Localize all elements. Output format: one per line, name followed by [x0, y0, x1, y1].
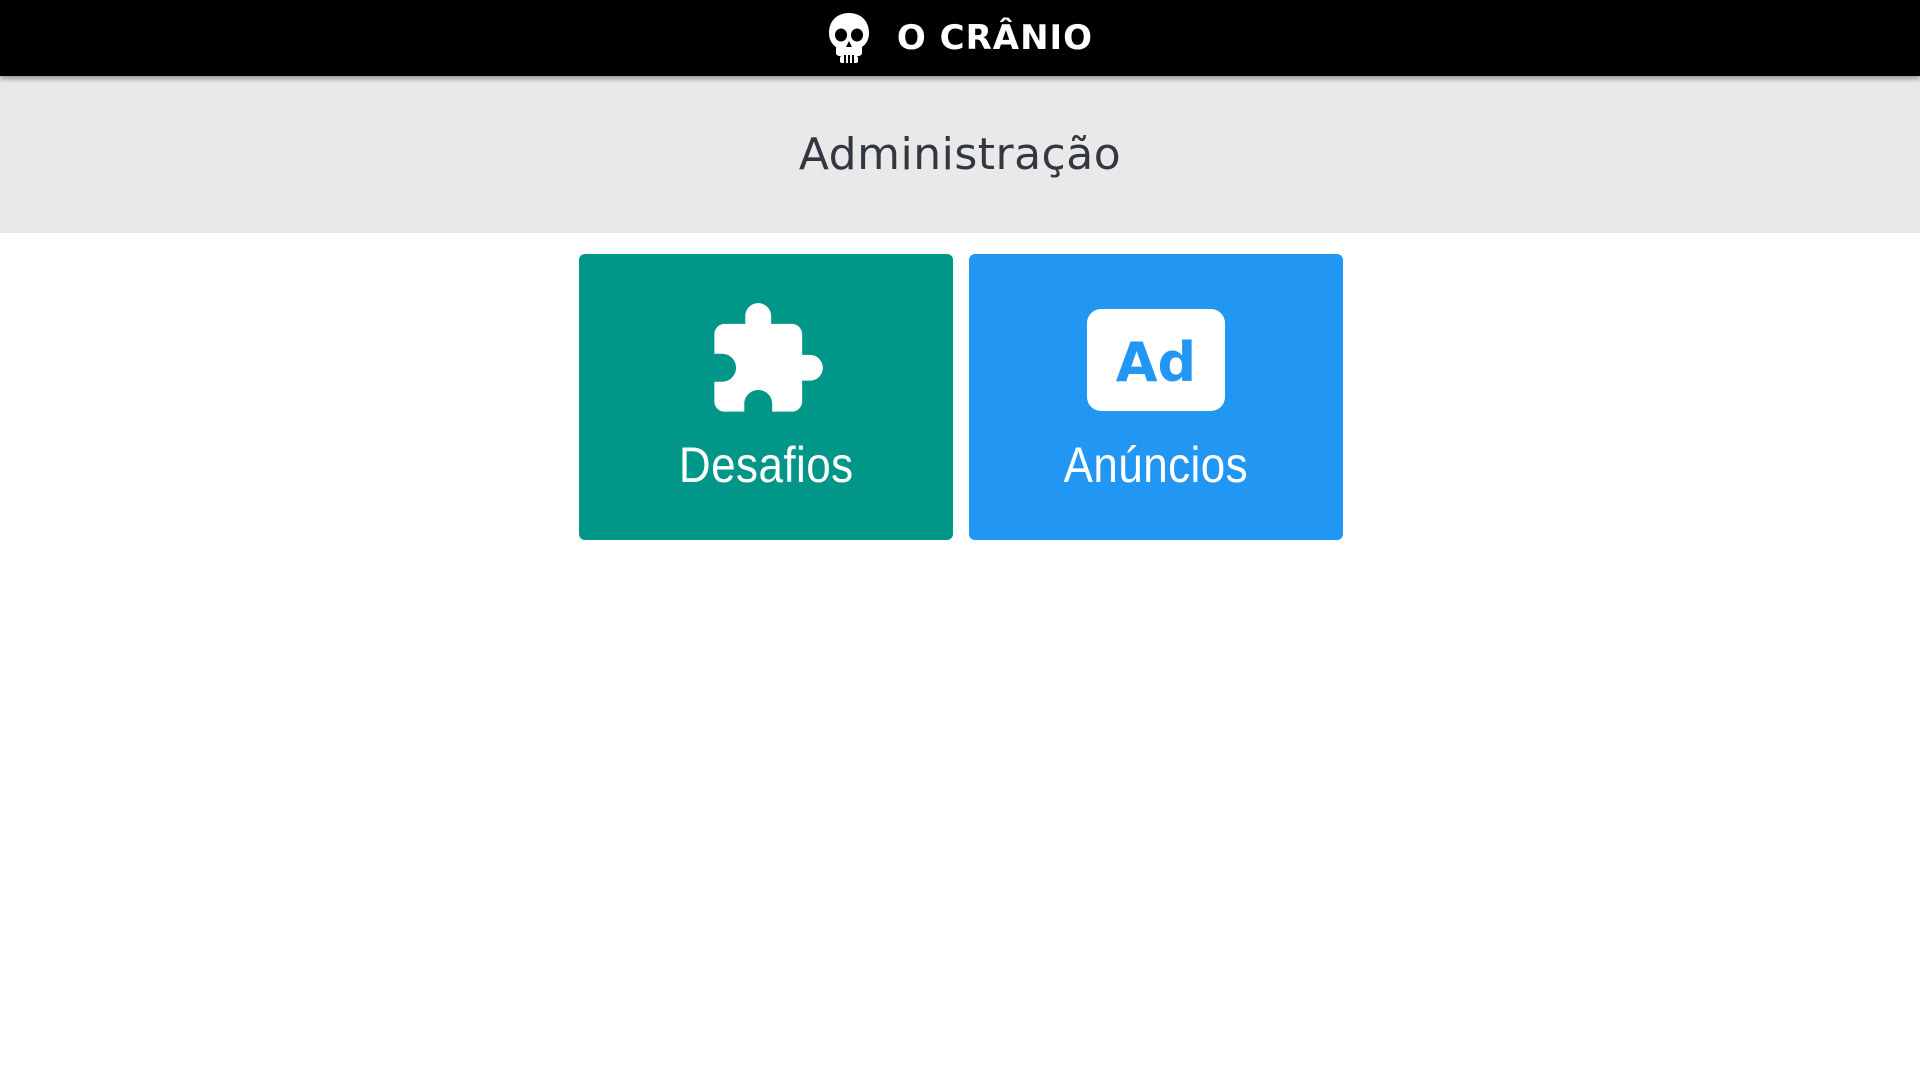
page-header: Administração: [0, 76, 1920, 233]
top-navbar: O CRÂNIO: [0, 0, 1920, 76]
anuncios-label: Anúncios: [1063, 437, 1249, 493]
brand-home-link[interactable]: O CRÂNIO: [0, 0, 1920, 76]
skull-icon: [827, 11, 871, 65]
brand-name: O CRÂNIO: [896, 18, 1094, 58]
admin-tiles: Desafios Ad Anúncios: [579, 254, 1343, 540]
anuncios-tile[interactable]: Ad Anúncios: [969, 254, 1343, 540]
ad-badge-icon: Ad: [1086, 296, 1226, 424]
desafios-tile[interactable]: Desafios: [579, 254, 953, 540]
desafios-label: Desafios: [678, 437, 854, 493]
ad-badge-text: Ad: [1116, 331, 1196, 394]
page-title: Administração: [798, 129, 1122, 180]
puzzle-piece-icon: [696, 296, 836, 424]
